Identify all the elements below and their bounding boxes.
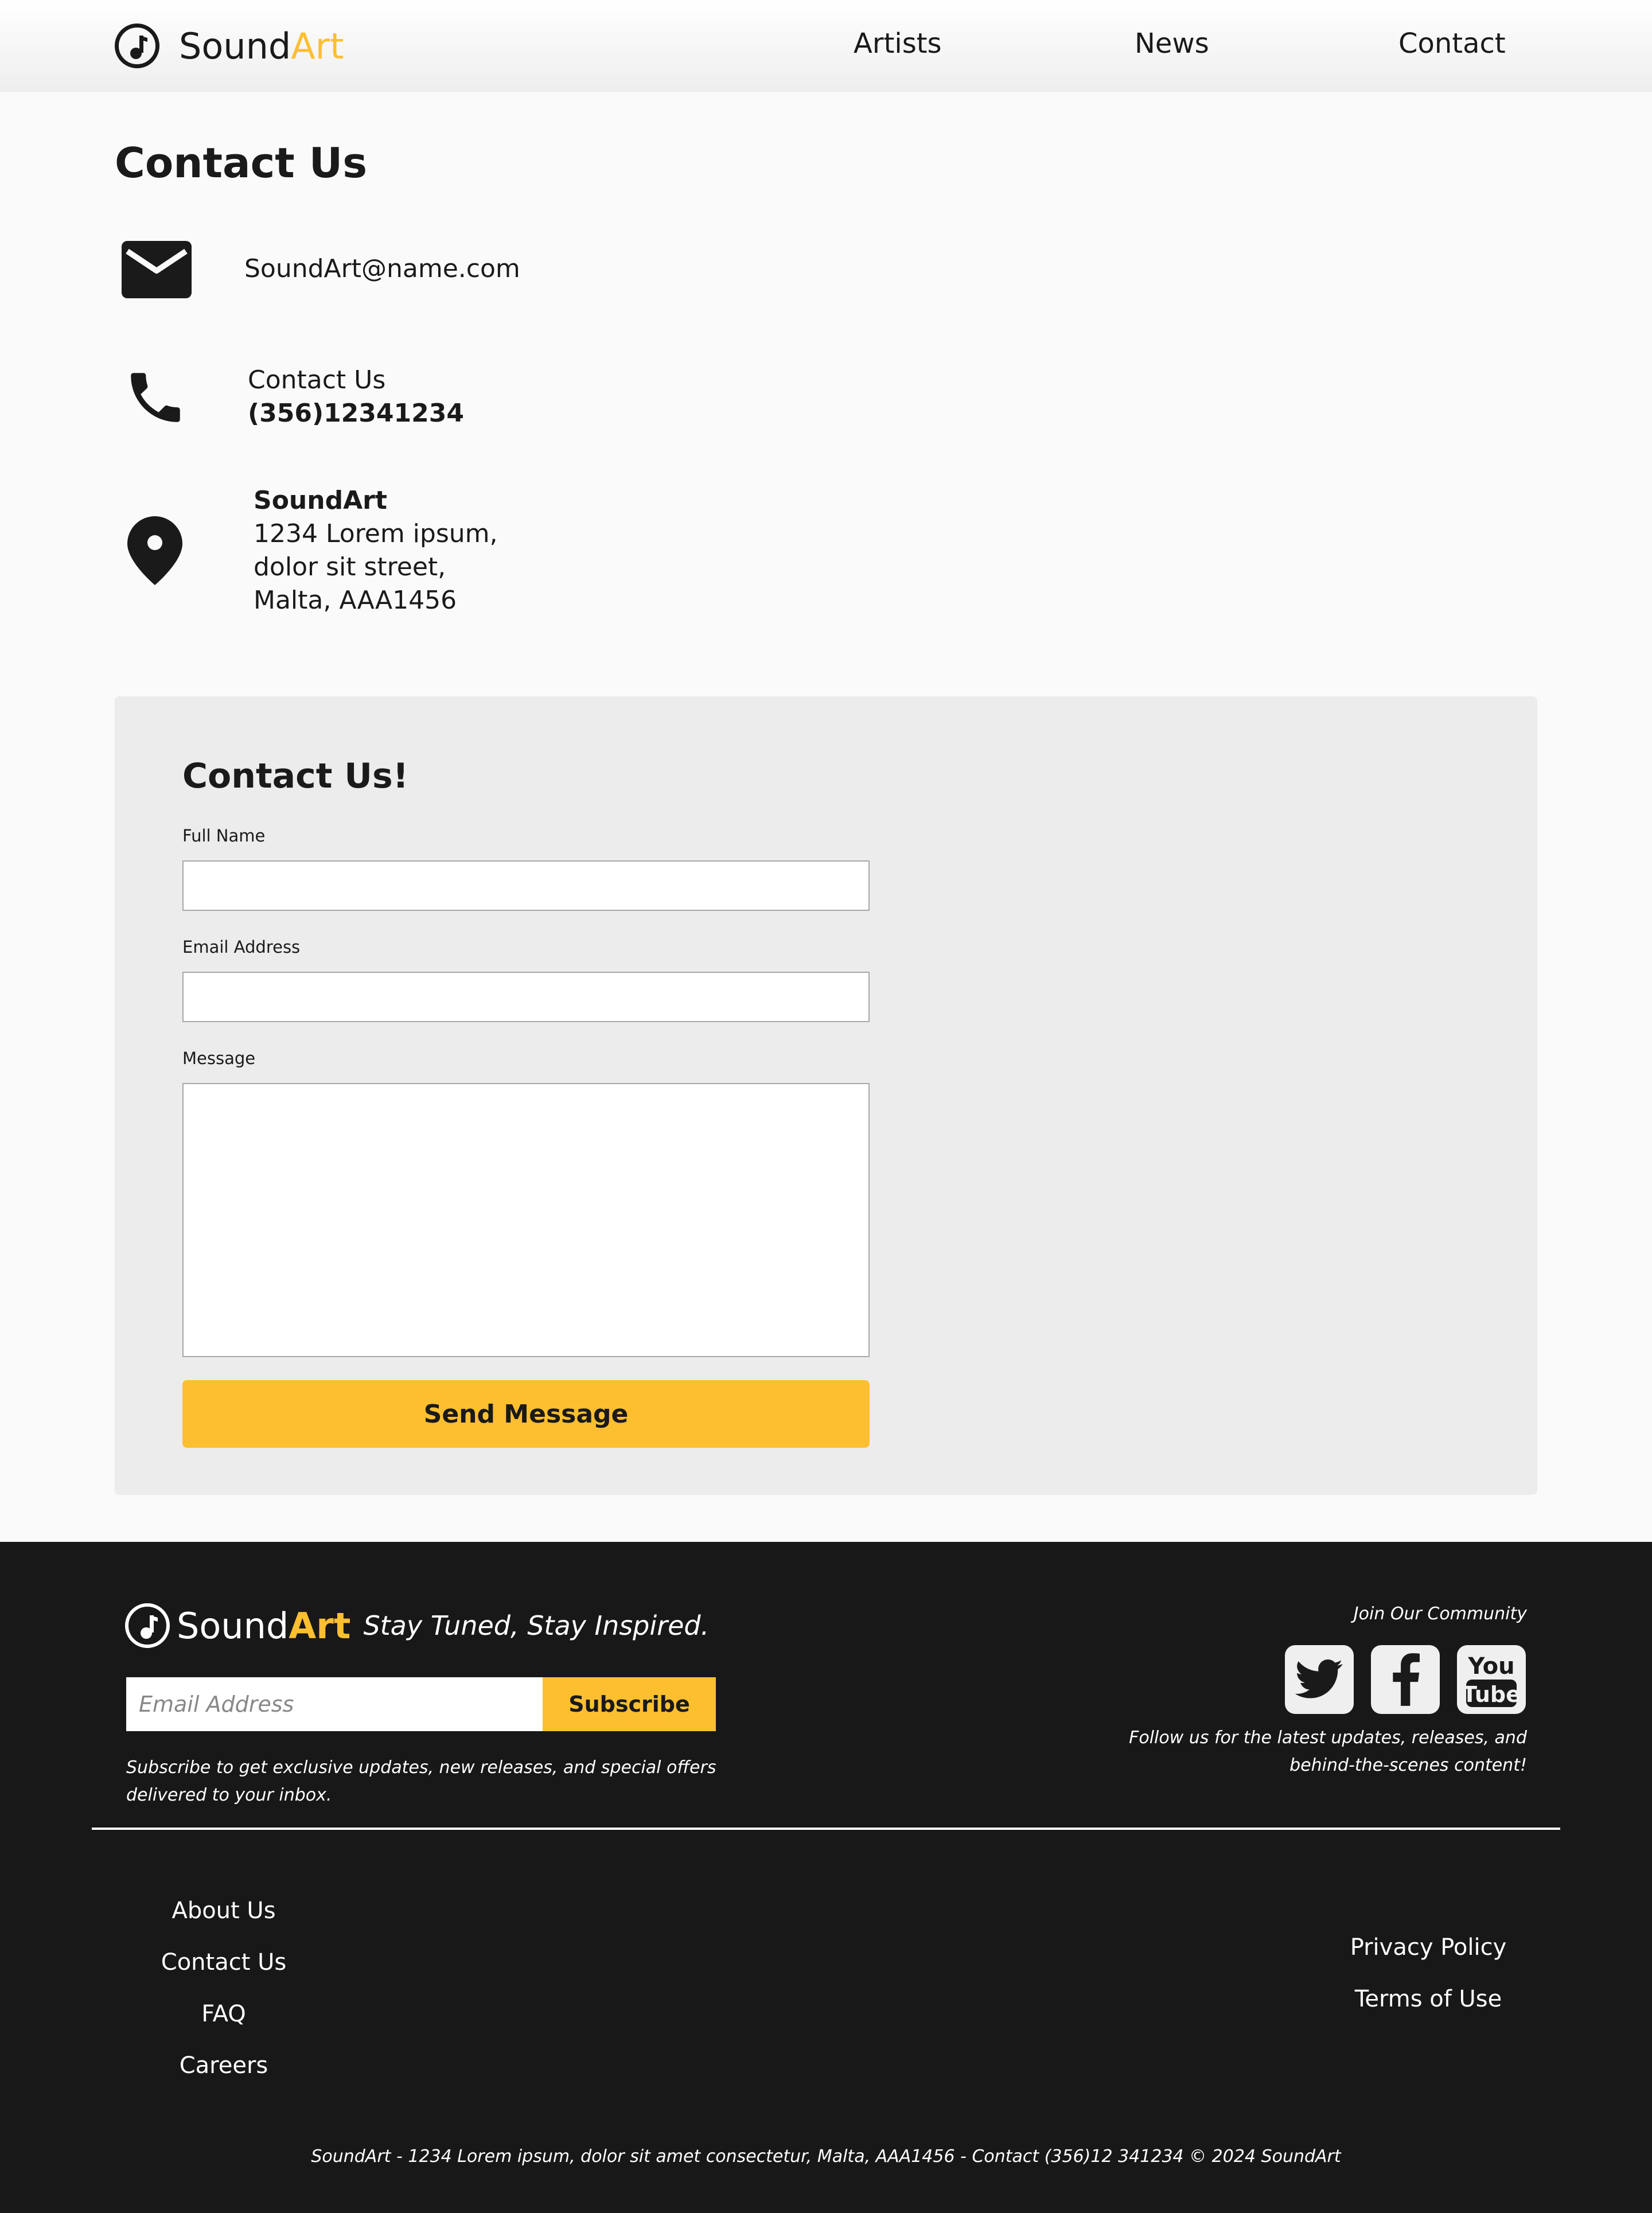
subscribe-email-input[interactable] — [126, 1677, 543, 1731]
youtube-icon[interactable]: You Tube — [1457, 1645, 1526, 1714]
nav-contact[interactable]: Contact — [1398, 28, 1506, 60]
email-label: Email Address — [182, 937, 301, 957]
footer-divider — [92, 1828, 1560, 1830]
music-note-icon — [115, 24, 159, 68]
footer-tagline: Stay Tuned, Stay Inspired. — [363, 1610, 710, 1641]
svg-text:Tube: Tube — [1464, 1682, 1519, 1707]
footer-logo-accent: Art — [289, 1604, 351, 1647]
site-footer: SoundArt Stay Tuned, Stay Inspired. Subs… — [0, 1542, 1652, 2213]
footer-logo: SoundArt Stay Tuned, Stay Inspired. — [125, 1603, 709, 1649]
full-name-input[interactable] — [182, 860, 870, 911]
footer-link-terms[interactable]: Terms of Use — [1314, 1986, 1543, 2012]
phone-number[interactable]: (356)12341234 — [248, 397, 464, 430]
message-label: Message — [182, 1049, 256, 1068]
footer-link-privacy[interactable]: Privacy Policy — [1314, 1934, 1543, 1961]
footer-link-about[interactable]: About Us — [109, 1898, 338, 1924]
join-community-label: Join Our Community — [1353, 1604, 1527, 1624]
nav-news[interactable]: News — [1135, 28, 1209, 60]
address-line3: Malta, AAA1456 — [254, 586, 457, 615]
page-title: Contact Us — [115, 139, 368, 187]
phone-icon — [123, 365, 188, 433]
send-message-button[interactable]: Send Message — [182, 1380, 870, 1448]
email-input[interactable] — [182, 972, 870, 1022]
phone-label: Contact Us — [248, 365, 386, 395]
nav-artists[interactable]: Artists — [854, 28, 942, 60]
follow-note: Follow us for the latest updates, releas… — [1129, 1728, 1527, 1775]
message-textarea[interactable] — [182, 1083, 870, 1357]
address-line1: 1234 Lorem ipsum, — [254, 519, 498, 548]
contact-form: Contact Us! Full Name Email Address Mess… — [115, 696, 1537, 1495]
subscribe-note: Subscribe to get exclusive updates, new … — [126, 1758, 716, 1805]
logo-primary: Sound — [179, 25, 291, 67]
footer-logo-text: SoundArt — [177, 1605, 350, 1647]
address-name: SoundArt — [254, 486, 387, 515]
footer-link-careers[interactable]: Careers — [109, 2052, 338, 2079]
music-note-icon — [125, 1603, 170, 1648]
full-name-label: Full Name — [182, 826, 266, 846]
svg-text:You: You — [1467, 1653, 1514, 1680]
footer-link-faq[interactable]: FAQ — [109, 2001, 338, 2027]
contact-email[interactable]: SoundArt@name.com — [244, 252, 520, 286]
footer-logo-primary: Sound — [177, 1604, 289, 1647]
twitter-icon[interactable] — [1285, 1645, 1354, 1714]
copyright-text: SoundArt - 1234 Lorem ipsum, dolor sit a… — [311, 2146, 1341, 2167]
envelope-icon — [120, 240, 193, 302]
address-line2: dolor sit street, — [254, 552, 446, 582]
logo-text: SoundArt — [179, 25, 344, 67]
phone-block: Contact Us (356)12341234 — [248, 364, 464, 430]
map-pin-icon — [126, 515, 184, 589]
facebook-icon[interactable] — [1371, 1645, 1440, 1714]
address-block: SoundArt 1234 Lorem ipsum, dolor sit str… — [254, 484, 497, 617]
site-header: SoundArt Artists News Contact — [0, 0, 1652, 92]
footer-link-contact[interactable]: Contact Us — [109, 1949, 338, 1976]
form-title: Contact Us! — [182, 756, 409, 796]
subscribe-button[interactable]: Subscribe — [543, 1677, 716, 1731]
logo-accent: Art — [291, 25, 344, 67]
site-logo[interactable]: SoundArt — [115, 23, 344, 69]
